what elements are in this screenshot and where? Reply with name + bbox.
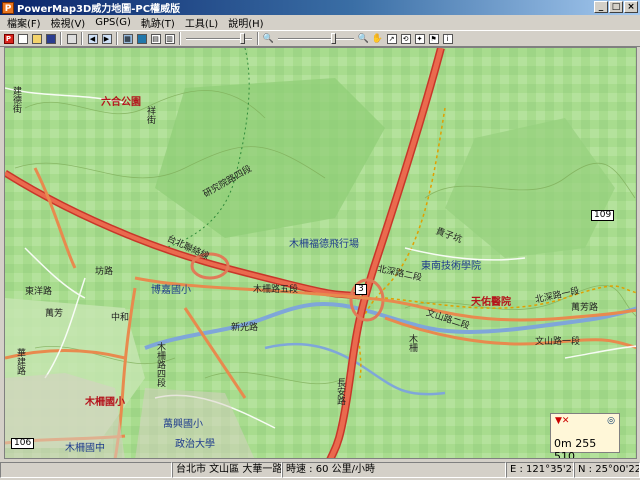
map-label-xian-road: 新光路: [231, 323, 259, 333]
status-bar: 台北市 文山區 大華一路 時速 : 60 公里/小時 E : 121°35'28…: [0, 460, 640, 480]
menu-file[interactable]: 檔案(F): [2, 15, 46, 30]
map-label-zhamu-road5: 木柵路五段: [253, 285, 299, 295]
route-shield-106: 106: [11, 438, 35, 449]
map-label-changan-road: 長安路: [335, 378, 345, 405]
zoom-slider-thumb[interactable]: [330, 33, 336, 44]
minimize-button[interactable]: _: [594, 1, 608, 13]
maximize-button[interactable]: □: [609, 1, 623, 13]
map-label-chengchi-univ: 政治大學: [175, 439, 215, 450]
map-label-zhonghe: 中和: [111, 313, 130, 323]
app-logo-icon[interactable]: P: [2, 32, 15, 45]
rotate-icon[interactable]: ⟲: [399, 32, 412, 45]
layers-icon[interactable]: ▦: [121, 32, 134, 45]
route-icon[interactable]: ↗: [385, 32, 398, 45]
toolbar-separator: [179, 32, 181, 45]
table-icon[interactable]: ▥: [163, 32, 176, 45]
map-label-tianyou-hospital: 天佑醫院: [471, 297, 511, 308]
toolbar: P ◀ ▶ ▦ ▤ ▥ 🔍 🔍 ✋ ↗ ⟲ ✦ ⚑ i: [0, 30, 640, 47]
tilt-slider-thumb[interactable]: [239, 33, 245, 44]
status-latitude: N : 25°00'22.0": [574, 462, 640, 478]
compass-icon[interactable]: ◎: [607, 416, 615, 426]
map-label-boya-school: 博嘉國小: [151, 285, 191, 296]
map-label-xiang-street: 祥街: [145, 106, 155, 124]
status-address: 台北市 文山區 大華一路: [172, 462, 282, 478]
map-label-muzha: 木柵: [407, 334, 417, 352]
toolbar-separator: [116, 32, 118, 45]
zoom-in-icon[interactable]: 🔍: [357, 32, 370, 45]
toolbar-separator: [257, 32, 259, 45]
map-label-zhamu-road4: 木柵路四段: [155, 342, 165, 387]
nav-back-icon[interactable]: ◀: [86, 32, 99, 45]
save-icon[interactable]: [44, 32, 57, 45]
monitor-icon[interactable]: [135, 32, 148, 45]
status-longitude: E : 121°35'28.4": [506, 462, 574, 478]
map-label-huajian-road: 華建路: [15, 348, 25, 375]
map-label-wangfu-road: 萬芳路: [571, 303, 599, 313]
toolbar-separator: [81, 32, 83, 45]
map-label-wenshan-road1: 文山路一段: [535, 337, 581, 347]
app-icon: P: [2, 1, 14, 14]
map-label-wanxing-school: 萬興國小: [163, 419, 203, 430]
map-label-wanqi: 萬芳: [45, 309, 64, 319]
pan-hand-icon[interactable]: ✋: [371, 32, 384, 45]
menu-gps[interactable]: GPS(G): [90, 17, 136, 28]
marker-icon[interactable]: ▼✕: [555, 416, 569, 426]
route-shield-109: 109: [591, 210, 615, 221]
info-icon[interactable]: i: [441, 32, 454, 45]
map-label-zhamu-school: 木柵國小: [85, 397, 125, 408]
status-speed: 時速 : 60 公里/小時: [282, 462, 506, 478]
map-label-zhamu-middle: 木柵國中: [65, 443, 105, 454]
close-button[interactable]: ×: [624, 1, 638, 13]
menu-help[interactable]: 說明(H): [223, 15, 268, 30]
compass-icon[interactable]: ✦: [413, 32, 426, 45]
map-label-liuhe-park: 六合公園: [101, 97, 141, 108]
open-folder-icon[interactable]: [30, 32, 43, 45]
scale-readout: 0m 255 510: [554, 437, 597, 459]
map-canvas[interactable]: 六合公園 建德街 祥街 研究院路四段 台北聯絡線 木柵路五段 木柵路四段 博嘉國…: [4, 47, 637, 459]
nav-forward-icon[interactable]: ▶: [100, 32, 113, 45]
scale-widget[interactable]: ▼✕ ◎ 0m 255 510: [550, 413, 620, 458]
title-bar: P PowerMap3D威力地圖-PC權威版 _ □ ×: [0, 0, 640, 15]
window-title: PowerMap3D威力地圖-PC權威版: [17, 4, 181, 15]
map-label-zhamu-hill: 木柵福德飛行場: [289, 239, 359, 250]
toolbar-separator: [60, 32, 62, 45]
print-icon[interactable]: [65, 32, 78, 45]
tilt-slider[interactable]: [184, 32, 254, 45]
menu-view[interactable]: 檢視(V): [46, 15, 91, 30]
map-label-donan-tech: 東南技術學院: [421, 261, 481, 272]
zoom-out-icon[interactable]: 🔍: [262, 32, 275, 45]
menu-tools[interactable]: 工具(L): [180, 15, 223, 30]
status-spacer: [0, 462, 172, 478]
map-label-fangzhi-road: 坊路: [95, 267, 114, 277]
map-label-dongfang-road: 東洋路: [25, 287, 53, 297]
new-file-icon[interactable]: [16, 32, 29, 45]
menu-bar: 檔案(F) 檢視(V) GPS(G) 軌跡(T) 工具(L) 說明(H): [0, 15, 640, 30]
map-label-jian-street: 建德街: [11, 86, 21, 113]
zoom-slider[interactable]: [276, 32, 356, 45]
grid-icon[interactable]: ▤: [149, 32, 162, 45]
menu-track[interactable]: 軌跡(T): [136, 15, 180, 30]
route-shield-3: 3: [355, 284, 367, 295]
flag-icon[interactable]: ⚑: [427, 32, 440, 45]
